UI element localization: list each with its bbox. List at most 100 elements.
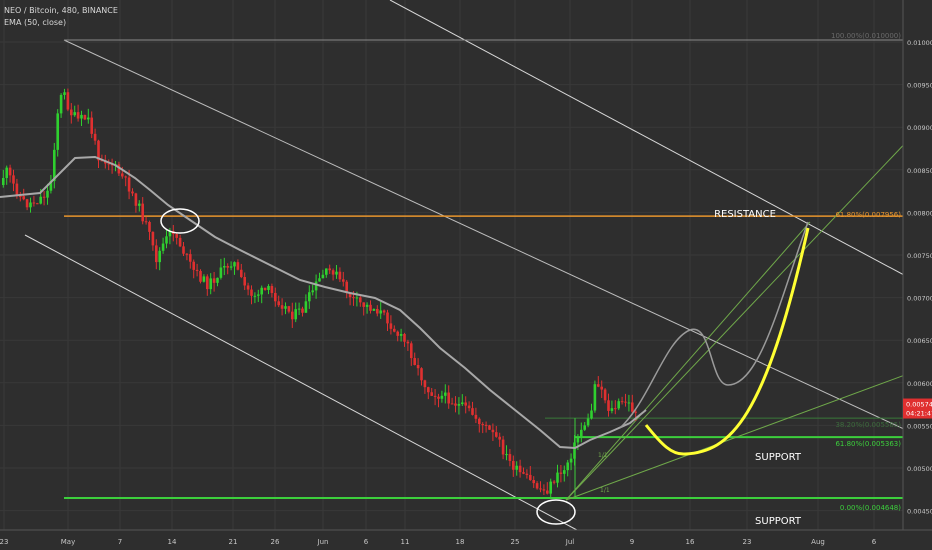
candle-body <box>257 294 260 296</box>
candle-body <box>406 341 410 344</box>
candle-body <box>29 202 32 208</box>
candle-body <box>559 472 563 474</box>
time-tick-label: 26 <box>271 538 280 546</box>
candle-body <box>301 308 304 313</box>
time-tick-label: Jul <box>565 538 575 546</box>
candle-body <box>481 424 484 426</box>
candle-body <box>36 203 39 205</box>
candle-body <box>219 267 223 278</box>
candle-body <box>447 392 450 404</box>
chart-stage: RESISTANCE SUPPORT SUPPORT 61.80%(0.007956)… <box>0 0 932 550</box>
indicator-label[interactable]: EMA (50, close) <box>4 17 118 29</box>
candle-body <box>87 117 90 120</box>
candle-body <box>627 402 631 404</box>
candles <box>2 88 637 499</box>
fan-line <box>565 364 932 501</box>
candle-body <box>209 278 212 290</box>
candle-body <box>189 254 192 262</box>
time-tick-label: 23 <box>0 538 8 546</box>
candle-body <box>362 302 365 307</box>
time-tick-label: 18 <box>456 538 465 546</box>
candle-body <box>263 287 267 290</box>
time-tick-label: 6 <box>872 538 877 546</box>
candle-body <box>80 114 83 119</box>
candle-body <box>498 436 501 440</box>
price-tick-label: 0.004500 <box>907 508 932 516</box>
price-tick-label: 0.006500 <box>907 337 932 345</box>
candle-body <box>308 292 311 302</box>
price-tick-label: 0.006000 <box>907 380 932 388</box>
candle-body <box>15 183 19 197</box>
time-tick-label: 23 <box>743 538 752 546</box>
price-tick-label: 0.007500 <box>907 252 932 260</box>
candle-body <box>318 278 321 282</box>
candle-body <box>66 92 70 110</box>
time-tick-label: 21 <box>229 538 238 546</box>
candle-body <box>342 279 345 282</box>
candle-body <box>437 396 440 399</box>
time-tick-label: 14 <box>168 538 177 546</box>
candle-body <box>311 290 314 293</box>
candle-body <box>260 287 263 295</box>
candle-body <box>440 395 444 399</box>
price-tick-label: 0.010000 <box>907 39 932 47</box>
candle-body <box>287 306 291 312</box>
time-axis-bg <box>0 530 932 550</box>
candle-body <box>403 334 406 342</box>
candle-body <box>552 481 556 483</box>
candle-body <box>226 266 229 268</box>
candle-body <box>253 295 257 297</box>
candle-body <box>539 488 542 490</box>
candle-body <box>505 454 508 456</box>
candle-body <box>532 480 535 484</box>
candle-body <box>83 114 87 120</box>
candle-body <box>141 203 144 222</box>
candle-body <box>42 196 46 198</box>
candle-body <box>246 285 250 290</box>
candle-body <box>542 489 546 491</box>
candle-body <box>580 429 583 438</box>
candle-body <box>138 203 141 206</box>
fan-label: 1/1 <box>600 487 610 494</box>
price-axis[interactable]: 0.010000 0.009500 0.009000 0.008500 0.008000… <box>902 0 932 550</box>
symbol-title[interactable]: NEO / Bitcoin, 480, BINANCE <box>4 5 118 17</box>
candle-body <box>53 149 56 182</box>
candle-body <box>355 297 359 299</box>
candle-body <box>464 402 467 406</box>
candle-body <box>382 310 386 313</box>
support-upper-fib-label: 61.80%(0.005363) <box>835 440 901 448</box>
candle-body <box>471 408 474 415</box>
candle-body <box>389 323 393 329</box>
time-tick-label: 6 <box>364 538 369 546</box>
candle-body <box>212 278 216 283</box>
candle-body <box>444 392 447 396</box>
time-axis[interactable]: 23 May 7 14 21 26 Jun 6 11 18 25 Jul 9 16 23 Aug 6 <box>0 529 932 550</box>
candle-body <box>583 425 586 430</box>
candle-body <box>267 286 270 290</box>
candle-body <box>202 276 206 282</box>
candle-body <box>274 292 277 302</box>
support-lower-fib-label: 0.00%(0.004648) <box>840 504 901 512</box>
price-tick-label: 0.007000 <box>907 295 932 303</box>
candle-body <box>467 405 471 409</box>
candle-body <box>121 173 124 177</box>
candle-body <box>328 268 331 271</box>
candle-body <box>277 301 280 306</box>
candle-body <box>25 199 29 208</box>
candle-body <box>250 289 253 296</box>
candle-body <box>165 236 168 244</box>
candle-body <box>450 403 454 405</box>
candle-body <box>399 334 403 336</box>
candle-body <box>610 408 614 411</box>
candle-body <box>32 202 36 204</box>
resistance-fib-label: 61.80%(0.007956) <box>835 211 901 219</box>
candle-body <box>549 481 552 494</box>
candle-body <box>236 262 240 270</box>
candle-body <box>396 331 399 336</box>
candle-body <box>372 308 376 311</box>
price-tick-label: 0.005500 <box>907 422 932 430</box>
candle-body <box>134 193 138 206</box>
candle-body <box>515 465 518 470</box>
candle-body <box>314 281 318 291</box>
candle-body <box>243 277 246 286</box>
